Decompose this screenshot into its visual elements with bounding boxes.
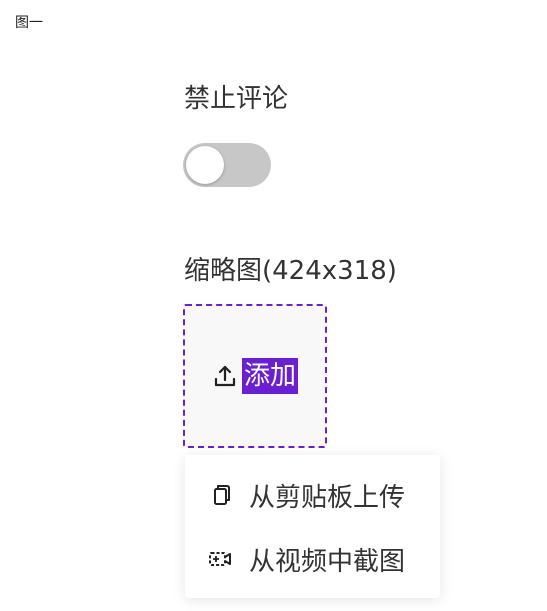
figure-caption: 图一 [15, 15, 43, 31]
clipboard-icon [207, 482, 233, 508]
upload-source-menu: 从剪贴板上传 从视频中截图 [185, 455, 440, 598]
video-capture-icon [207, 546, 233, 572]
page: 图一 禁止评论 缩略图(424x318) 添加 从剪贴板上传 从视频中截图 [0, 0, 547, 611]
disable-comments-toggle[interactable] [183, 143, 271, 187]
disable-comments-label: 禁止评论 [184, 84, 289, 114]
menu-item-capture-from-video[interactable]: 从视频中截图 [185, 534, 440, 584]
upload-icon [212, 363, 238, 389]
thumbnail-upload-area[interactable]: 添加 [183, 304, 327, 448]
add-thumbnail-button-label[interactable]: 添加 [241, 358, 298, 394]
menu-item-label: 从视频中截图 [249, 546, 406, 577]
menu-item-label: 从剪贴板上传 [249, 482, 406, 513]
toggle-knob [186, 146, 224, 184]
menu-item-upload-from-clipboard[interactable]: 从剪贴板上传 [185, 470, 440, 520]
thumbnail-label: 缩略图(424x318) [184, 256, 397, 286]
